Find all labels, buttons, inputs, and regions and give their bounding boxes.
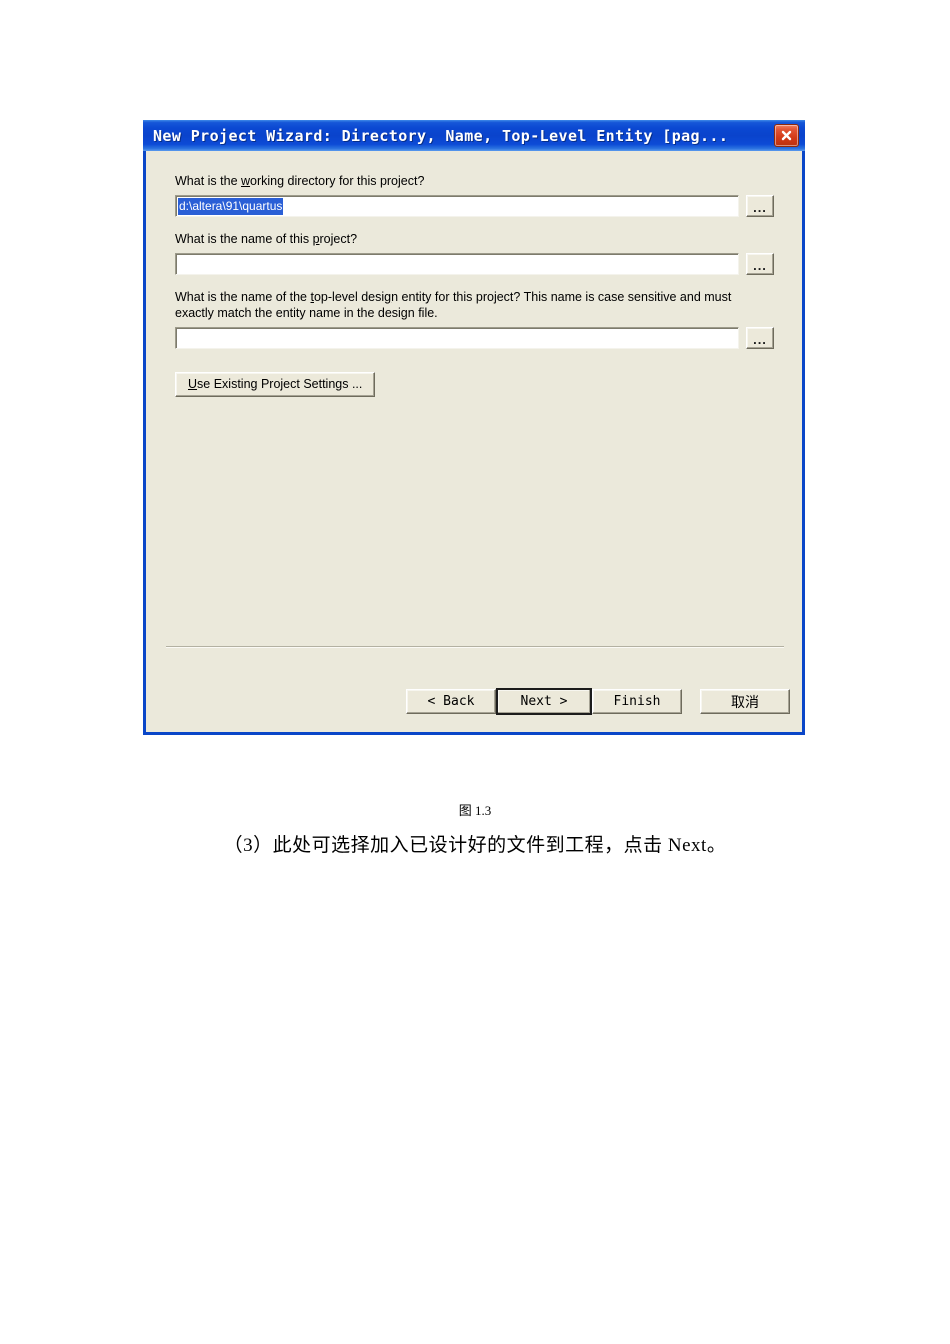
accel-u: U <box>188 377 198 391</box>
back-button[interactable]: < Back <box>406 689 496 714</box>
button-bar-separator <box>166 646 784 648</box>
working-directory-value: d:\altera\91\quartus <box>178 197 284 215</box>
new-project-wizard-dialog: New Project Wizard: Directory, Name, Top… <box>143 120 805 735</box>
dialog-title-bar[interactable]: New Project Wizard: Directory, Name, Top… <box>143 120 805 151</box>
working-directory-row: d:\altera\91\quartus ... <box>175 195 774 217</box>
top-level-entity-label: What is the name of the top-level design… <box>175 290 732 320</box>
top-level-entity-input[interactable] <box>175 327 739 349</box>
project-name-label: What is the name of this project? <box>175 232 358 246</box>
working-directory-label: What is the working directory for this p… <box>175 174 425 188</box>
top-level-entity-browse-button[interactable]: ... <box>746 327 774 349</box>
next-button[interactable]: Next > <box>496 688 592 715</box>
project-name-row: ... <box>175 253 774 275</box>
figure-caption: 图 1.3 <box>458 803 492 818</box>
top-level-entity-row: ... <box>175 327 774 349</box>
accel-w: w <box>241 174 251 188</box>
top-level-entity-label-line2: exactly match the entity name in the des… <box>175 306 438 320</box>
cancel-button[interactable]: 取消 <box>700 689 790 714</box>
project-name-input[interactable] <box>175 253 739 275</box>
dialog-title: New Project Wizard: Directory, Name, Top… <box>153 126 729 145</box>
use-existing-project-settings-button[interactable]: Use Existing Project Settings ... <box>175 372 376 397</box>
body-paragraph: （3）此处可选择加入已设计好的文件到工程，点击 Next。 <box>223 835 727 856</box>
dialog-button-bar: < Back Next > Finish 取消 <box>146 688 802 715</box>
working-directory-browse-button[interactable]: ... <box>746 195 774 217</box>
project-name-browse-button[interactable]: ... <box>746 253 774 275</box>
working-directory-input[interactable]: d:\altera\91\quartus <box>175 195 739 217</box>
finish-button[interactable]: Finish <box>592 689 682 714</box>
accel-p: p <box>312 232 320 246</box>
dialog-body: What is the working directory for this p… <box>146 151 802 732</box>
close-icon[interactable] <box>774 124 799 147</box>
